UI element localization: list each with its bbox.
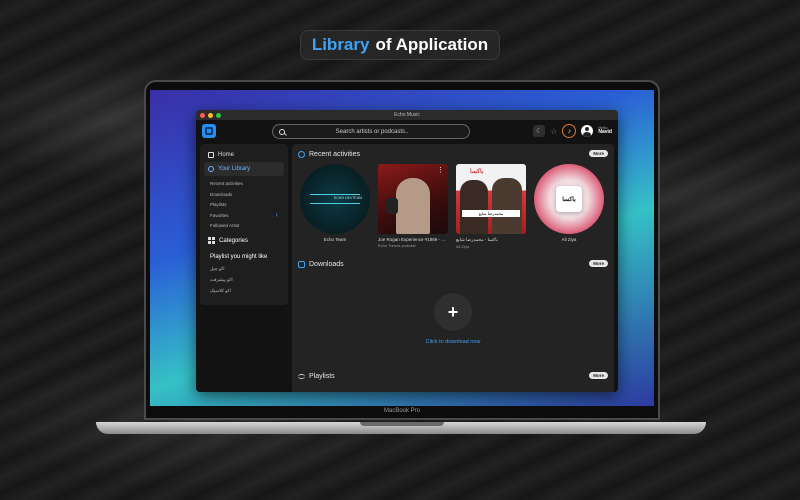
laptop-screen: Echo Music Search artists or podcasts.. … (150, 90, 654, 406)
top-bar: Search artists or podcasts.. ☾ ☆ ♪ Hello… (196, 120, 618, 142)
artist-cover: باکسا (534, 164, 604, 234)
cover-brand: باکسا (470, 169, 484, 175)
recent-section-header: Recent activities More (298, 148, 608, 160)
chevron-left-icon[interactable]: ‹ (276, 211, 278, 222)
playlist-item[interactable]: اکو پیشرفت (204, 274, 284, 285)
app-body: Home Your Library Recent activities Down… (196, 142, 618, 392)
sidebar-item-label: Home (218, 152, 235, 158)
avatar[interactable] (581, 125, 594, 137)
recent-card[interactable]: باکسا Ali Ziya (534, 164, 604, 248)
sidebar-item-categories[interactable]: Categories (204, 234, 284, 248)
notification-bell-icon[interactable]: ♪ (562, 124, 577, 138)
sidebar-subitem-favorites[interactable]: Favorites ‹ (204, 211, 284, 222)
recent-card[interactable]: باکسا محمدرضا شایع باکسا - محمدرضا شایع … (456, 164, 526, 249)
user-greeting: Hello Navid (598, 125, 612, 136)
guest-image (492, 178, 522, 234)
downloads-more-button[interactable]: More (589, 260, 608, 267)
window-title: Echo Music (394, 112, 420, 118)
sidebar-subitem-playlists[interactable]: Playlists (204, 200, 284, 211)
downloads-empty-state: + Click to download now (298, 274, 608, 364)
guest-image (460, 180, 488, 234)
search-placeholder: Search artists or podcasts.. (335, 128, 409, 135)
recent-cards: ECHO DEVTEAM Echo Team ⋮ Joe Rogan Exper… (298, 164, 608, 249)
podcast-cover: ECHO DEVTEAM (300, 164, 370, 234)
recent-more-button[interactable]: More (589, 150, 608, 157)
search-icon (279, 128, 285, 135)
section-title: Playlists (309, 372, 335, 380)
more-options-icon[interactable]: ⋮ (437, 166, 444, 174)
sidebar: Home Your Library Recent activities Down… (200, 144, 288, 305)
user-name: Navid (598, 129, 612, 136)
app-window: Echo Music Search artists or podcasts.. … (196, 110, 618, 392)
recent-card[interactable]: ECHO DEVTEAM Echo Team (300, 164, 370, 248)
main-panel: Recent activities More ECHO DEVTEAM Echo… (292, 144, 614, 392)
section-title: Downloads (309, 260, 344, 268)
grid-icon (208, 237, 215, 244)
sidebar-item-label: Your Library (218, 166, 251, 172)
headline-badge: Library of Application (300, 30, 500, 60)
podcast-cover: ⋮ (378, 164, 448, 234)
theme-toggle-icon[interactable]: ☾ (533, 125, 546, 137)
sidebar-item-label: Categories (219, 237, 249, 244)
microphone-image (386, 198, 398, 214)
playlist-item[interactable]: اکو چیل (204, 263, 284, 274)
playlists-section-header: Playlists More (298, 370, 608, 382)
card-subtitle: Echo Trends podcast (378, 243, 416, 248)
list-icon (298, 373, 305, 379)
sidebar-item-library[interactable]: Your Library (204, 162, 284, 176)
recent-card[interactable]: ⋮ Joe Rogan Experience #1869 - St... Ech… (378, 164, 448, 248)
home-icon (208, 152, 214, 158)
brand-box: باکسا (556, 186, 582, 212)
history-icon (298, 150, 305, 158)
playlist-item[interactable]: اکو کلاسیک (204, 285, 284, 296)
sidebar-subitem-followed[interactable]: Followed Artist (204, 221, 284, 232)
host-image (396, 178, 430, 234)
title-bar: Echo Music (196, 110, 618, 120)
device-model-label: MacBook Pro (383, 408, 420, 414)
download-cta[interactable]: Click to download now (426, 339, 481, 345)
library-icon (208, 166, 214, 172)
card-subtitle: Ali Ziya (456, 244, 470, 249)
app-logo[interactable] (202, 124, 216, 138)
sidebar-subitem-label: Favorites (210, 212, 229, 218)
laptop-notch (360, 422, 444, 426)
laptop-frame: Echo Music Search artists or podcasts.. … (144, 80, 660, 420)
playlist-heading: Playlist you might like (210, 253, 268, 260)
add-download-button[interactable]: + (434, 293, 472, 331)
card-title: Echo Team (323, 237, 347, 242)
star-icon[interactable]: ☆ (550, 127, 557, 136)
sidebar-subitem-recent[interactable]: Recent activities (204, 179, 284, 190)
downloads-section-header: Downloads More (298, 258, 608, 270)
cover-band: محمدرضا شایع (462, 210, 520, 217)
top-right-controls: ☾ ☆ ♪ Hello Navid (533, 124, 612, 138)
card-title: باکسا - محمدرضا شایع (456, 237, 498, 242)
search-input[interactable]: Search artists or podcasts.. (272, 124, 470, 139)
section-title: Recent activities (309, 150, 360, 158)
cover-text: ECHO DEVTEAM (334, 196, 363, 200)
sidebar-subitem-downloads[interactable]: Downloads (204, 190, 284, 201)
card-title: Joe Rogan Experience #1869 - St... (378, 237, 448, 242)
playlists-more-button[interactable]: More (589, 372, 608, 379)
sidebar-item-home[interactable]: Home (204, 148, 284, 162)
download-icon (298, 260, 305, 268)
card-title: Ali Ziya (561, 237, 577, 242)
headline-accent: Library (311, 35, 370, 54)
headline-rest: of Application (375, 35, 489, 54)
podcast-cover: باکسا محمدرضا شایع (456, 164, 526, 234)
